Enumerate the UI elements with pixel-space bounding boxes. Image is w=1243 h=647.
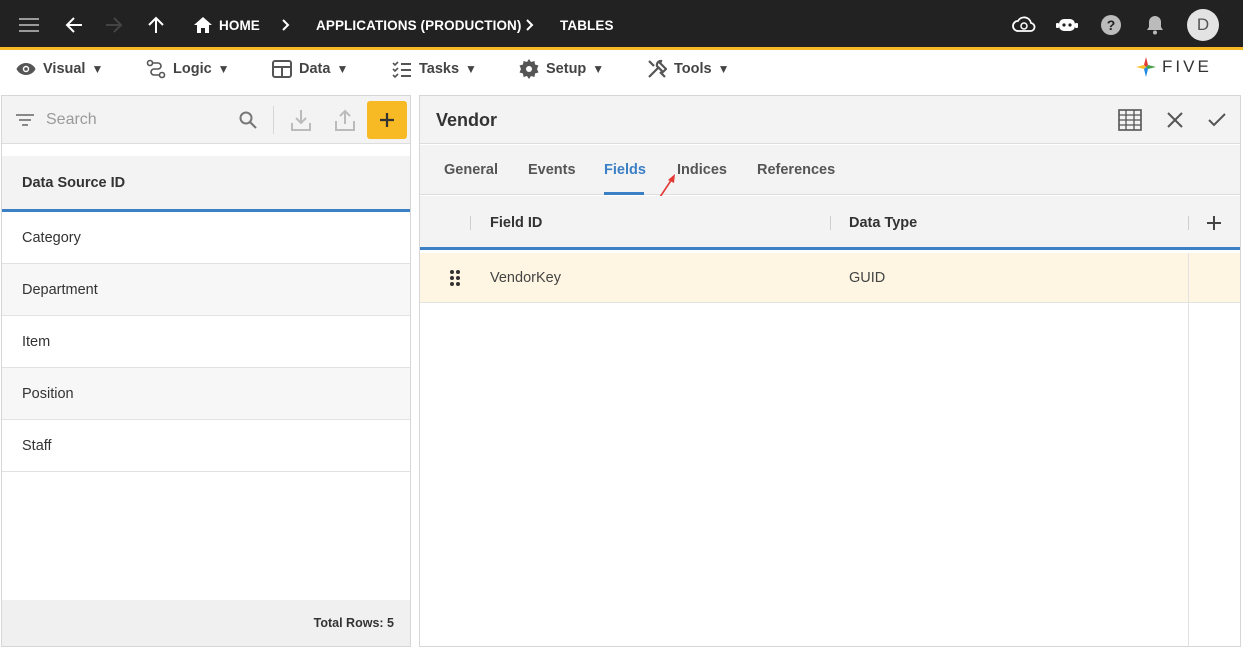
logo-text: FIVE <box>1162 57 1212 76</box>
menu-logic[interactable]: Logic ▼ <box>146 53 230 85</box>
plus-icon <box>380 113 394 127</box>
import-icon[interactable] <box>289 96 313 144</box>
cell-data-type: GUID <box>849 270 886 286</box>
column-separator <box>1188 216 1189 230</box>
column-separator <box>470 216 471 230</box>
grid-view-icon[interactable] <box>1116 96 1144 144</box>
data-source-list: Category Department Item Position Staff <box>2 212 410 472</box>
menu-logic-label: Logic <box>173 61 212 77</box>
back-arrow-icon[interactable] <box>60 0 88 50</box>
eye-icon <box>16 62 36 76</box>
menu-bar: Visual ▼ Logic ▼ Data ▼ Tasks ▼ Setup ▼ … <box>0 53 1243 95</box>
column-header-field-id[interactable]: Field ID <box>490 196 542 250</box>
column-header-data-type[interactable]: Data Type <box>849 196 917 250</box>
top-bar: HOME APPLICATIONS (PRODUCTION) TABLES ? … <box>0 0 1243 50</box>
tab-references[interactable]: References <box>757 145 835 195</box>
search-input[interactable]: Search <box>46 96 97 144</box>
fields-grid-header: Field ID Data Type <box>420 196 1240 250</box>
active-tab-indicator <box>604 192 644 195</box>
cloud-sync-icon[interactable] <box>1010 0 1038 50</box>
chevron-right-icon <box>522 0 538 50</box>
forward-arrow-icon[interactable] <box>100 0 128 50</box>
list-item[interactable]: Department <box>2 264 410 316</box>
filter-icon[interactable] <box>14 96 36 144</box>
hamburger-menu-icon[interactable] <box>14 0 44 50</box>
user-avatar[interactable]: D <box>1187 9 1219 41</box>
close-icon[interactable] <box>1162 96 1188 144</box>
tools-icon <box>647 59 667 79</box>
list-item[interactable]: Category <box>2 212 410 264</box>
chatbot-icon[interactable] <box>1053 0 1081 50</box>
grid-column-divider <box>1188 253 1189 647</box>
menu-tools-label: Tools <box>674 61 712 77</box>
menu-data[interactable]: Data ▼ <box>272 53 348 85</box>
menu-visual-label: Visual <box>43 61 86 77</box>
table-icon <box>272 60 292 78</box>
add-field-icon[interactable] <box>1202 196 1226 250</box>
tab-general[interactable]: General <box>444 145 498 195</box>
breadcrumb-applications[interactable]: APPLICATIONS (PRODUCTION) <box>316 0 522 50</box>
breadcrumb-home[interactable]: HOME <box>219 0 260 50</box>
list-item[interactable]: Staff <box>2 420 410 472</box>
menu-data-label: Data <box>299 61 331 77</box>
svg-text:?: ? <box>1107 17 1116 33</box>
five-logo-icon <box>1136 57 1156 77</box>
five-logo: FIVE <box>1134 55 1212 79</box>
save-check-icon[interactable] <box>1204 96 1230 144</box>
detail-tabs: General Events Fields Indices References <box>420 145 1240 195</box>
menu-tools[interactable]: Tools ▼ <box>647 53 729 85</box>
menu-visual[interactable]: Visual ▼ <box>16 53 103 85</box>
up-arrow-icon[interactable] <box>143 0 169 50</box>
caret-down-icon: ▼ <box>465 62 477 76</box>
detail-header: Vendor <box>420 96 1240 144</box>
cell-field-id: VendorKey <box>490 270 561 286</box>
menu-tasks-label: Tasks <box>419 61 460 77</box>
export-icon[interactable] <box>333 96 357 144</box>
menu-tasks[interactable]: Tasks ▼ <box>392 53 477 85</box>
caret-down-icon: ▼ <box>717 62 730 76</box>
column-separator <box>830 216 831 230</box>
total-rows-footer: Total Rows: 5 <box>2 600 410 646</box>
record-title: Vendor <box>436 109 498 130</box>
record-detail-panel: Vendor General Events Fields Indices Ref… <box>419 95 1241 647</box>
list-item[interactable]: Position <box>2 368 410 420</box>
add-record-button[interactable] <box>367 101 407 139</box>
tab-events[interactable]: Events <box>528 145 576 195</box>
search-icon[interactable] <box>236 96 260 144</box>
home-icon[interactable] <box>192 0 214 50</box>
caret-down-icon: ▼ <box>91 62 104 76</box>
tab-fields[interactable]: Fields <box>604 145 646 195</box>
list-item[interactable]: Item <box>2 316 410 368</box>
logic-icon <box>146 59 166 79</box>
gear-icon <box>519 59 539 79</box>
data-source-list-panel: Search Data Source ID Category Departmen… <box>1 95 411 647</box>
caret-down-icon: ▼ <box>336 62 349 76</box>
notification-bell-icon[interactable] <box>1142 0 1168 50</box>
breadcrumb-tables[interactable]: TABLES <box>560 0 614 50</box>
chevron-right-icon <box>278 0 294 50</box>
caret-down-icon: ▼ <box>592 62 605 76</box>
table-row[interactable]: VendorKey GUID <box>420 253 1240 303</box>
tasks-icon <box>392 60 412 78</box>
search-bar: Search <box>2 96 410 144</box>
caret-down-icon: ▼ <box>217 62 230 76</box>
tab-indices[interactable]: Indices <box>677 145 727 195</box>
list-column-header[interactable]: Data Source ID <box>2 156 410 212</box>
menu-setup[interactable]: Setup ▼ <box>519 53 604 85</box>
help-icon[interactable]: ? <box>1098 0 1124 50</box>
drag-handle-icon[interactable] <box>448 253 462 303</box>
menu-setup-label: Setup <box>546 61 587 77</box>
divider <box>273 106 274 134</box>
